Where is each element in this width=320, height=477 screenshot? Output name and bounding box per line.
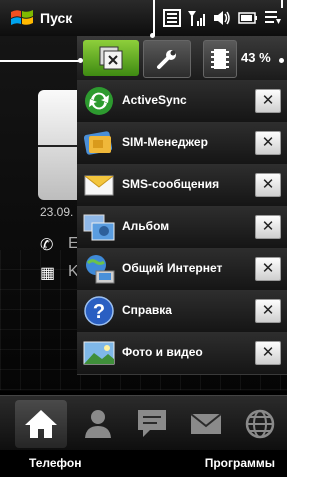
tab-home[interactable] (15, 400, 67, 448)
clock-divider (38, 145, 78, 147)
home-icon (25, 410, 57, 438)
mail-icon (190, 413, 222, 434)
close-button[interactable]: ✕ (255, 173, 281, 197)
task-label: ActiveSync (122, 93, 187, 107)
close-button[interactable]: ✕ (255, 257, 281, 281)
windows-flag-icon[interactable] (10, 8, 34, 28)
internet-sharing-icon (86, 255, 115, 284)
start-menu-label[interactable]: Пуск (40, 10, 72, 26)
tab-people[interactable] (72, 400, 124, 448)
task-label: Фото и видео (122, 345, 203, 359)
close-button[interactable]: ✕ (255, 299, 281, 323)
task-row[interactable]: Альбом ✕ (77, 206, 287, 249)
tab-mail[interactable] (180, 400, 232, 448)
screen: 23.09. ✆ E ▦ K Пуск (0, 0, 287, 477)
sms-icon (84, 175, 114, 196)
album-icon (83, 214, 115, 241)
task-manager-button[interactable] (83, 40, 139, 76)
status-bar: Пуск (0, 0, 287, 36)
task-label: Справка (122, 303, 172, 317)
callout-line (0, 60, 80, 62)
task-label: Альбом (122, 219, 170, 233)
task-manager-icon (99, 46, 123, 70)
connectivity-icon[interactable] (163, 9, 181, 27)
tab-internet[interactable] (234, 400, 286, 448)
battery-icon[interactable] (238, 9, 258, 27)
callout-line (281, 0, 283, 8)
settings-icon (157, 50, 176, 69)
date-text: 23.09. (40, 205, 74, 219)
close-button[interactable]: ✕ (255, 341, 281, 365)
sim-manager-icon (83, 131, 113, 155)
task-row[interactable]: ActiveSync ✕ (77, 80, 287, 123)
callout-dot (150, 33, 155, 38)
memory-percent: 43 % (241, 50, 271, 65)
memory-icon (211, 49, 229, 69)
tab-dock (0, 395, 287, 451)
task-label: SMS-сообщения (122, 177, 220, 191)
callout-line (153, 0, 155, 36)
task-list: ActiveSync ✕ SIM-Менеджер ✕ SMS-сообщени… (77, 80, 287, 375)
softkey-right[interactable]: Программы (205, 456, 275, 470)
close-button[interactable]: ✕ (255, 89, 281, 113)
close-button[interactable]: ✕ (255, 131, 281, 155)
task-row[interactable]: SMS-сообщения ✕ (77, 164, 287, 207)
task-row[interactable]: SIM-Менеджер ✕ (77, 122, 287, 165)
quick-toolbar: 43 % (77, 36, 287, 81)
help-icon: ? (84, 296, 114, 326)
activesync-icon (85, 87, 113, 115)
volume-icon[interactable] (212, 9, 232, 27)
task-label: SIM-Менеджер (122, 135, 208, 149)
task-row[interactable]: Общий Интернет ✕ (77, 248, 287, 291)
people-icon (85, 410, 111, 438)
task-label: Общий Интернет (122, 261, 223, 275)
svg-text:?: ? (93, 301, 105, 323)
internet-icon (245, 409, 275, 439)
notification-icon[interactable] (264, 9, 282, 27)
tab-messages[interactable] (126, 400, 178, 448)
callout-dot (279, 58, 284, 63)
softkey-bar: Телефон Программы (0, 450, 287, 477)
memory-button[interactable] (203, 40, 237, 78)
photos-videos-icon (83, 341, 115, 365)
messages-icon (138, 410, 166, 437)
task-row[interactable]: ? Справка ✕ (77, 290, 287, 333)
task-row[interactable]: Фото и видео ✕ (77, 332, 287, 375)
callout-dot (78, 58, 83, 63)
softkey-left[interactable]: Телефон (29, 456, 81, 470)
close-button[interactable]: ✕ (255, 215, 281, 239)
signal-icon[interactable] (187, 9, 207, 27)
settings-button[interactable] (143, 40, 191, 78)
